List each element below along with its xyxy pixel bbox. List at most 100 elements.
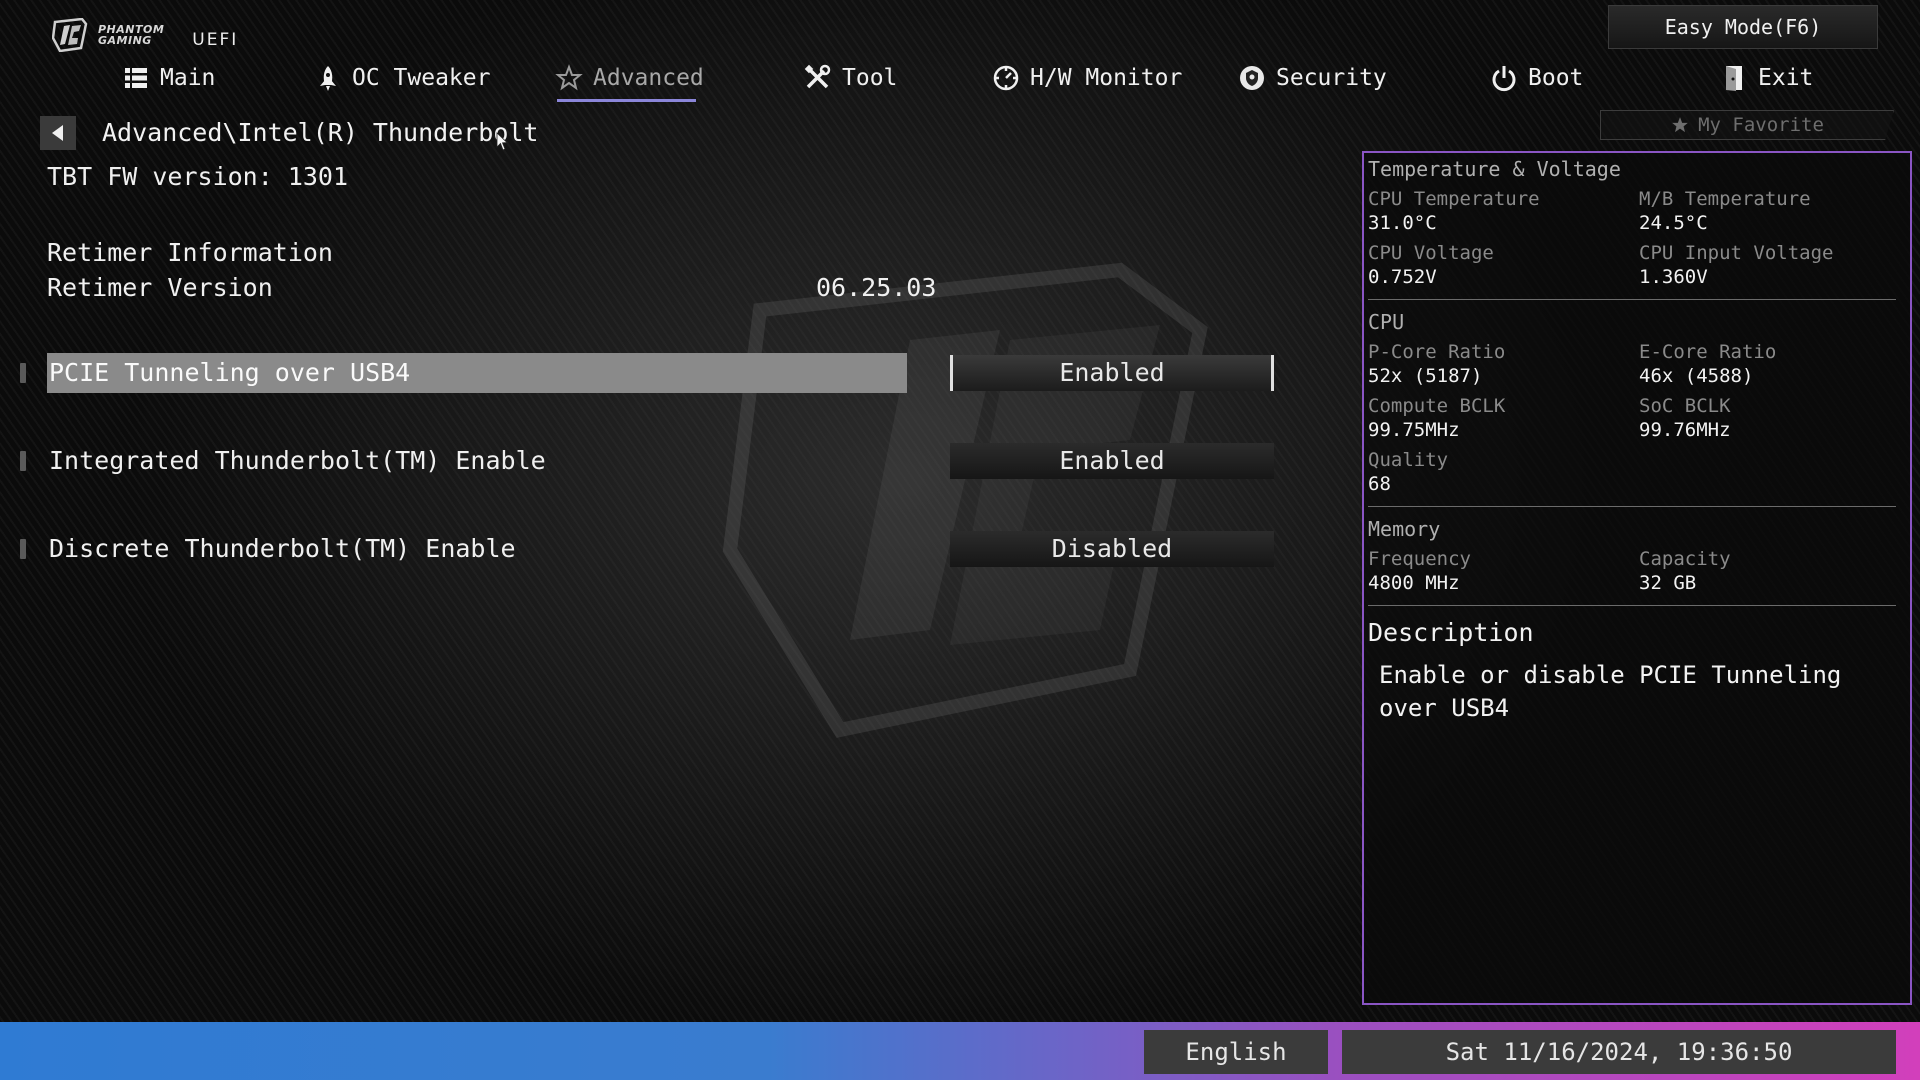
tab-advanced[interactable]: Advanced (555, 56, 704, 102)
power-icon (1492, 66, 1516, 92)
setting-pcie-tunneling-usb4[interactable]: PCIE Tunneling over USB4 Enabled (20, 353, 1280, 393)
my-favorite-button[interactable]: My Favorite (1600, 110, 1894, 140)
cpu-temp-cell: CPU Temperature 31.0°C (1368, 181, 1639, 235)
cpu-temp-label: CPU Temperature (1368, 188, 1540, 210)
tab-boot[interactable]: Boot (1490, 56, 1583, 100)
background-logo-icon (722, 262, 1208, 738)
setting-value-dropdown[interactable]: Disabled (950, 531, 1274, 567)
divider (1368, 605, 1896, 606)
list-icon (125, 68, 147, 88)
exit-door-icon (1726, 66, 1742, 91)
temp-voltage-grid: CPU Temperature 31.0°C M/B Temperature 2… (1368, 181, 1896, 289)
compute-bclk-cell: Compute BCLK 99.75MHz (1368, 388, 1639, 442)
temp-voltage-title: Temperature & Voltage (1368, 157, 1621, 181)
cpu-temp-value: 31.0°C (1368, 212, 1437, 234)
datetime-display: Sat 11/16/2024, 19:36:50 (1342, 1030, 1896, 1074)
tab-security[interactable]: Security (1238, 56, 1387, 100)
tab-hw-monitor[interactable]: H/W Monitor (992, 56, 1182, 100)
tab-tool[interactable]: Tool (804, 56, 897, 100)
tab-hw-monitor-label: H/W Monitor (1030, 65, 1183, 91)
setting-label: Integrated Thunderbolt(TM) Enable (49, 446, 546, 475)
cpu-title: CPU (1368, 310, 1405, 334)
retimer-version-value: 06.25.03 (816, 273, 937, 302)
soc-bclk-label: SoC BCLK (1639, 395, 1731, 417)
back-arrow-icon (52, 125, 63, 141)
gauge-icon (993, 65, 1019, 91)
tab-advanced-label: Advanced (593, 65, 704, 91)
pcore-value: 52x (5187) (1368, 365, 1483, 387)
star-icon (555, 64, 583, 91)
mb-temp-cell: M/B Temperature 24.5°C (1639, 181, 1896, 235)
compute-bclk-label: Compute BCLK (1368, 395, 1506, 417)
description-text: Enable or disable PCIE Tunneling over US… (1379, 661, 1842, 722)
capacity-cell: Capacity 32 GB (1639, 541, 1896, 595)
frequency-value: 4800 MHz (1368, 572, 1460, 594)
description-title: Description (1368, 618, 1534, 647)
retimer-version-label: Retimer Version (47, 273, 273, 302)
pcore-label: P-Core Ratio (1368, 341, 1506, 363)
brand: PHANTOM GAMING UEFI (52, 18, 238, 52)
compute-bclk-value: 99.75MHz (1368, 419, 1460, 441)
tab-main-label: Main (160, 65, 216, 91)
uefi-label: UEFI (192, 30, 239, 50)
tbt-fw-version: TBT FW version: 1301 (47, 162, 349, 191)
quality-cell: Quality 68 (1368, 442, 1639, 496)
cpu-voltage-label: CPU Voltage (1368, 242, 1494, 264)
phantom-gaming-logo-icon (52, 18, 88, 52)
mb-temp-label: M/B Temperature (1639, 188, 1811, 210)
tab-oc-tweaker-label: OC Tweaker (352, 65, 491, 91)
capacity-label: Capacity (1639, 548, 1731, 570)
my-favorite-label: My Favorite (1698, 114, 1824, 136)
cpu-voltage-value: 0.752V (1368, 266, 1437, 288)
ecore-label: E-Core Ratio (1639, 341, 1777, 363)
retimer-info-header: Retimer Information (47, 238, 333, 267)
capacity-value: 32 GB (1639, 572, 1697, 594)
cpu-input-voltage-value: 1.360V (1639, 266, 1708, 288)
tab-tool-label: Tool (842, 65, 898, 91)
tab-boot-label: Boot (1528, 65, 1584, 91)
tab-exit-label: Exit (1758, 65, 1814, 91)
setting-value-dropdown[interactable]: Enabled (950, 355, 1274, 391)
star-icon (1672, 117, 1688, 133)
memory-grid: Frequency 4800 MHz Capacity 32 GB (1368, 541, 1896, 595)
cpu-voltage-cell: CPU Voltage 0.752V (1368, 235, 1639, 289)
cpu-input-voltage-label: CPU Input Voltage (1639, 242, 1834, 264)
ecore-value: 46x (4588) (1639, 365, 1754, 387)
pcore-cell: P-Core Ratio 52x (5187) (1368, 334, 1639, 388)
soc-bclk-cell: SoC BCLK 99.76MHz (1639, 388, 1896, 442)
divider (1368, 299, 1896, 300)
mouse-cursor-icon (496, 132, 508, 151)
setting-value-dropdown[interactable]: Enabled (950, 443, 1274, 479)
breadcrumb: Advanced\Intel(R) Thunderbolt (102, 118, 539, 147)
tab-exit[interactable]: Exit (1720, 56, 1813, 100)
top-nav: Main OC Tweaker Advanced Tool H/W Monito… (0, 56, 1920, 102)
frequency-cell: Frequency 4800 MHz (1368, 541, 1639, 595)
language-button[interactable]: English (1144, 1030, 1328, 1074)
soc-bclk-value: 99.76MHz (1639, 419, 1731, 441)
row-marker (20, 451, 26, 471)
quality-label: Quality (1368, 449, 1449, 471)
setting-label: PCIE Tunneling over USB4 (47, 353, 907, 393)
rocket-icon (320, 66, 336, 91)
brand-name: PHANTOM GAMING (98, 24, 164, 46)
memory-title: Memory (1368, 517, 1441, 541)
setting-discrete-thunderbolt[interactable]: Discrete Thunderbolt(TM) Enable Disabled (20, 529, 1280, 569)
row-marker (20, 539, 26, 559)
cpu-grid: P-Core Ratio 52x (5187) E-Core Ratio 46x… (1368, 334, 1896, 496)
back-button[interactable] (40, 116, 76, 150)
easy-mode-button[interactable]: Easy Mode(F6) (1608, 5, 1878, 49)
hw-monitor-panel: Temperature & Voltage CPU Temperature 31… (1362, 151, 1912, 1005)
tab-main[interactable]: Main (122, 56, 215, 100)
quality-value: 68 (1368, 473, 1391, 495)
mb-temp-value: 24.5°C (1639, 212, 1708, 234)
tab-oc-tweaker[interactable]: OC Tweaker (314, 56, 490, 100)
brand-name-line2: GAMING (98, 34, 152, 47)
ecore-cell: E-Core Ratio 46x (4588) (1639, 334, 1896, 388)
divider (1368, 506, 1896, 507)
row-marker (20, 363, 26, 383)
setting-integrated-thunderbolt[interactable]: Integrated Thunderbolt(TM) Enable Enable… (20, 441, 1280, 481)
tools-icon (804, 64, 831, 89)
frequency-label: Frequency (1368, 548, 1471, 570)
setting-label: Discrete Thunderbolt(TM) Enable (49, 534, 516, 563)
cpu-input-voltage-cell: CPU Input Voltage 1.360V (1639, 235, 1896, 289)
